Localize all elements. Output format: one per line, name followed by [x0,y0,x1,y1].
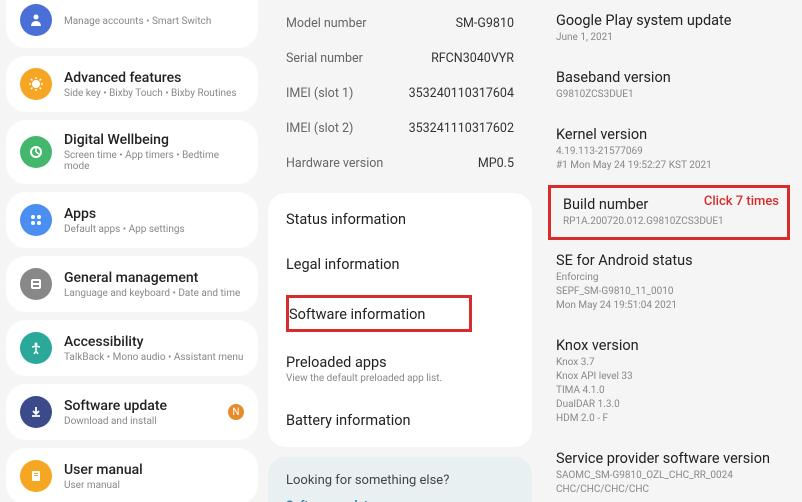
row-preloaded-apps[interactable]: Preloaded appsView the default preloaded… [268,340,532,398]
accessibility-icon [20,332,52,364]
user-manual-icon [20,460,52,492]
looking-link-software-update[interactable]: Software update [286,498,514,502]
row-legal-info[interactable]: Legal information [268,242,532,287]
settings-item-wellbeing[interactable]: Digital Wellbeing Screen time • App timer… [6,120,258,184]
settings-sub: Language and keyboard • Date and time [64,288,244,299]
info-build-number[interactable]: Build numberRP1A.200720.012.G9810ZCS3DUE… [548,185,790,240]
settings-sub: Side key • Bixby Touch • Bixby Routines [64,88,244,99]
notification-badge: N [228,404,244,420]
settings-item-advanced[interactable]: Advanced features Side key • Bixby Touch … [6,56,258,112]
spec-row: IMEI (slot 1)353240110317604 [268,76,532,111]
settings-title: Digital Wellbeing [64,132,244,148]
settings-title: User manual [64,462,244,478]
settings-sub: Manage accounts • Smart Switch [64,16,244,27]
about-phone-panel: Model numberSM-G9810 Serial numberRFCN30… [264,0,536,502]
row-status-info[interactable]: Status information [268,197,532,242]
settings-sub: Default apps • App settings [64,224,244,235]
settings-sub: Screen time • App timers • Bedtime mode [64,150,244,172]
info-knox[interactable]: Knox versionKnox 3.7Knox API level 33TIM… [542,325,796,438]
settings-sub: TalkBack • Mono audio • Assistant menu [64,352,244,363]
spec-row: IMEI (slot 2)353241110317602 [268,111,532,146]
info-google-play[interactable]: Google Play system updateJune 1, 2021 [542,0,796,57]
settings-item-user-manual[interactable]: User manual User manual [6,448,258,502]
wellbeing-icon [20,136,52,168]
spec-row: Model numberSM-G9810 [268,6,532,41]
annotation-click-7: Click 7 times [704,194,779,209]
info-card: Status information Legal information Sof… [268,193,532,447]
row-software-info[interactable]: Software information [268,287,532,340]
spec-row: Hardware versionMP0.5 [268,146,532,181]
general-icon [20,268,52,300]
accounts-icon [20,4,52,36]
info-se-android[interactable]: SE for Android statusEnforcingSEPF_SM-G9… [542,240,796,325]
settings-title: Apps [64,206,244,222]
settings-sub: User manual [64,480,244,491]
settings-title: General management [64,270,244,286]
settings-item-apps[interactable]: Apps Default apps • App settings [6,192,258,248]
software-info-panel: Google Play system updateJune 1, 2021 Ba… [536,0,802,502]
settings-sub: Download and install [64,416,216,427]
settings-title: Accessibility [64,334,244,350]
apps-icon [20,204,52,236]
settings-title: Advanced features [64,70,244,86]
looking-for: Looking for something else? Software upd… [268,457,532,502]
info-baseband[interactable]: Baseband versionG9810ZCS3DUE1 [542,57,796,114]
info-kernel[interactable]: Kernel version4.19.113-21577069#1 Mon Ma… [542,114,796,185]
settings-title: Software update [64,398,216,414]
info-service-provider[interactable]: Service provider software versionSAOMC_S… [542,438,796,502]
looking-question: Looking for something else? [286,473,514,488]
advanced-icon [20,68,52,100]
software-update-icon [20,396,52,428]
settings-list: Manage accounts • Smart Switch Advanced … [0,0,264,502]
settings-item-accessibility[interactable]: Accessibility TalkBack • Mono audio • Ass… [6,320,258,376]
settings-item-software-update[interactable]: Software update Download and install N [6,384,258,440]
settings-item-accounts[interactable]: Manage accounts • Smart Switch [6,0,258,48]
row-battery-info[interactable]: Battery information [268,398,532,443]
settings-item-general[interactable]: General management Language and keyboard … [6,256,258,312]
spec-row: Serial numberRFCN3040VYR [268,41,532,76]
